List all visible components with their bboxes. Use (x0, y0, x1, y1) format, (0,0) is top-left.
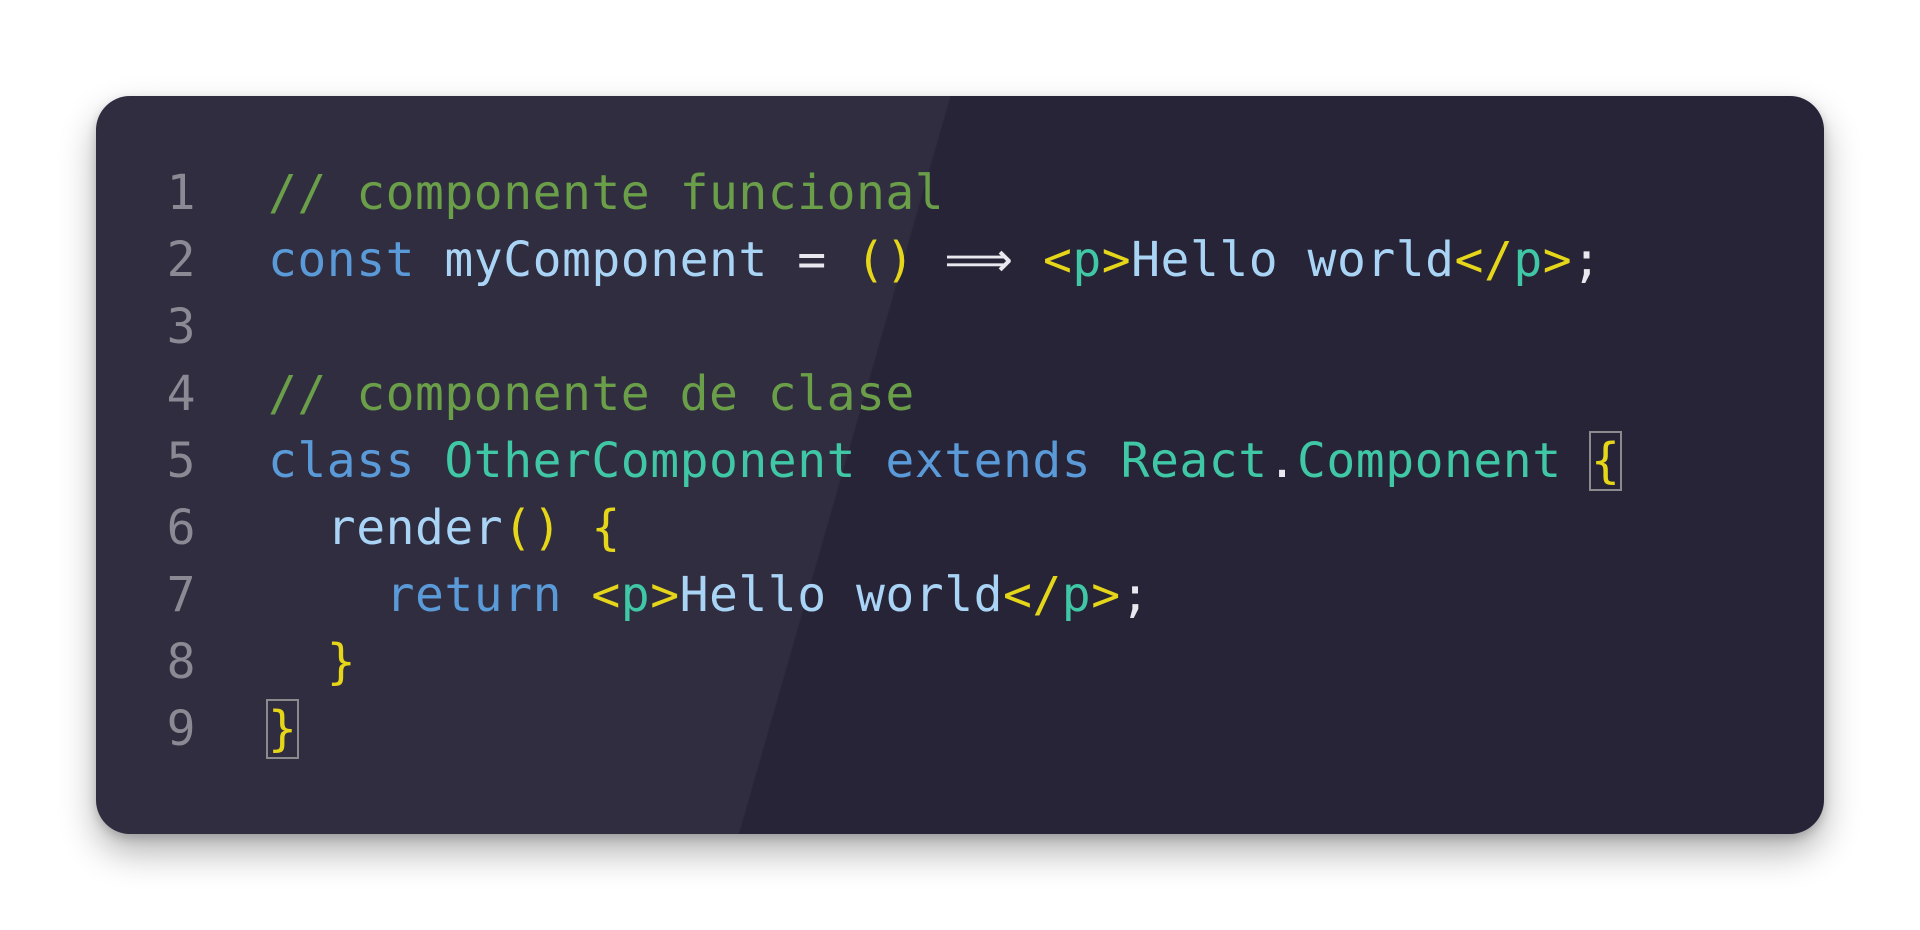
tag-bracket: > (1542, 232, 1573, 288)
code-text: return <p>Hello world</p>; (196, 562, 1150, 629)
tag-bracket: > (1091, 567, 1121, 623)
code-text: render() { (196, 495, 621, 562)
code-block: 1 // componente funcional 2 const myComp… (96, 160, 1623, 763)
tag-name: p (1072, 232, 1102, 288)
tag-bracket: < (591, 567, 621, 623)
method-name: render (326, 500, 504, 556)
keyword-const: const (268, 232, 415, 288)
keyword-class: class (268, 433, 415, 489)
semicolon: ; (1120, 567, 1151, 623)
tag-bracket: </ (1003, 567, 1062, 623)
comment: // componente funcional (268, 165, 945, 221)
tag-bracket: > (650, 567, 680, 623)
operator-equals: = (797, 232, 827, 288)
class-name: OtherComponent (444, 433, 856, 489)
code-line-9: 9 } (96, 696, 1620, 763)
tag-bracket: < (1042, 232, 1073, 288)
line-number: 2 (166, 232, 196, 288)
parentheses: () (856, 232, 915, 288)
matched-brace-open: { (1588, 431, 1623, 491)
code-line-3: 3 (96, 294, 1620, 361)
brace-open: { (591, 500, 621, 556)
code-line-2: 2 const myComponent = () ⟹ <p>Hello worl… (96, 227, 1620, 294)
line-number: 8 (166, 634, 196, 690)
code-line-5: 5 class OtherComponent extends React.Com… (96, 428, 1623, 495)
keyword-extends: extends (885, 433, 1092, 489)
line-number: 9 (166, 701, 196, 757)
code-text: // componente de clase (196, 361, 915, 428)
tag-name: p (620, 567, 651, 623)
identifier: myComponent (444, 232, 768, 288)
code-text: } (196, 696, 300, 763)
code-snippet-card: 1 // componente funcional 2 const myComp… (96, 96, 1824, 834)
object-name: React (1120, 433, 1268, 489)
jsx-text: Hello world (1131, 232, 1455, 288)
semicolon: ; (1572, 232, 1602, 288)
comment: // componente de clase (268, 366, 915, 422)
tag-bracket: </ (1454, 232, 1514, 288)
code-line-6: 6 render() { (96, 495, 1620, 562)
member-name: Component (1297, 433, 1562, 489)
code-line-8: 8 } (96, 629, 1620, 696)
tag-bracket: > (1101, 232, 1132, 288)
code-text: // componente funcional (196, 160, 944, 227)
jsx-text: Hello world (679, 567, 1003, 623)
matched-brace-close: } (265, 699, 300, 759)
line-number: 7 (166, 567, 196, 623)
member-dot: . (1267, 433, 1297, 489)
code-text: } (196, 629, 356, 696)
line-number: 6 (166, 500, 196, 556)
tag-name: p (1061, 567, 1092, 623)
keyword-return: return (385, 567, 562, 623)
tag-name: p (1513, 232, 1543, 288)
code-line-1: 1 // componente funcional (96, 160, 1620, 227)
line-number: 5 (166, 433, 196, 489)
line-number: 1 (166, 165, 196, 221)
line-number: 4 (166, 366, 196, 422)
arrow-operator: ⟹ (944, 232, 1014, 288)
brace-close: } (326, 634, 357, 690)
parentheses: () (503, 500, 562, 556)
code-line-4: 4 // componente de clase (96, 361, 1620, 428)
code-text: class OtherComponent extends React.Compo… (196, 428, 1623, 495)
line-number: 3 (166, 299, 196, 355)
code-line-7: 7 return <p>Hello world</p>; (96, 562, 1620, 629)
code-text: const myComponent = () ⟹ <p>Hello world<… (196, 227, 1602, 294)
